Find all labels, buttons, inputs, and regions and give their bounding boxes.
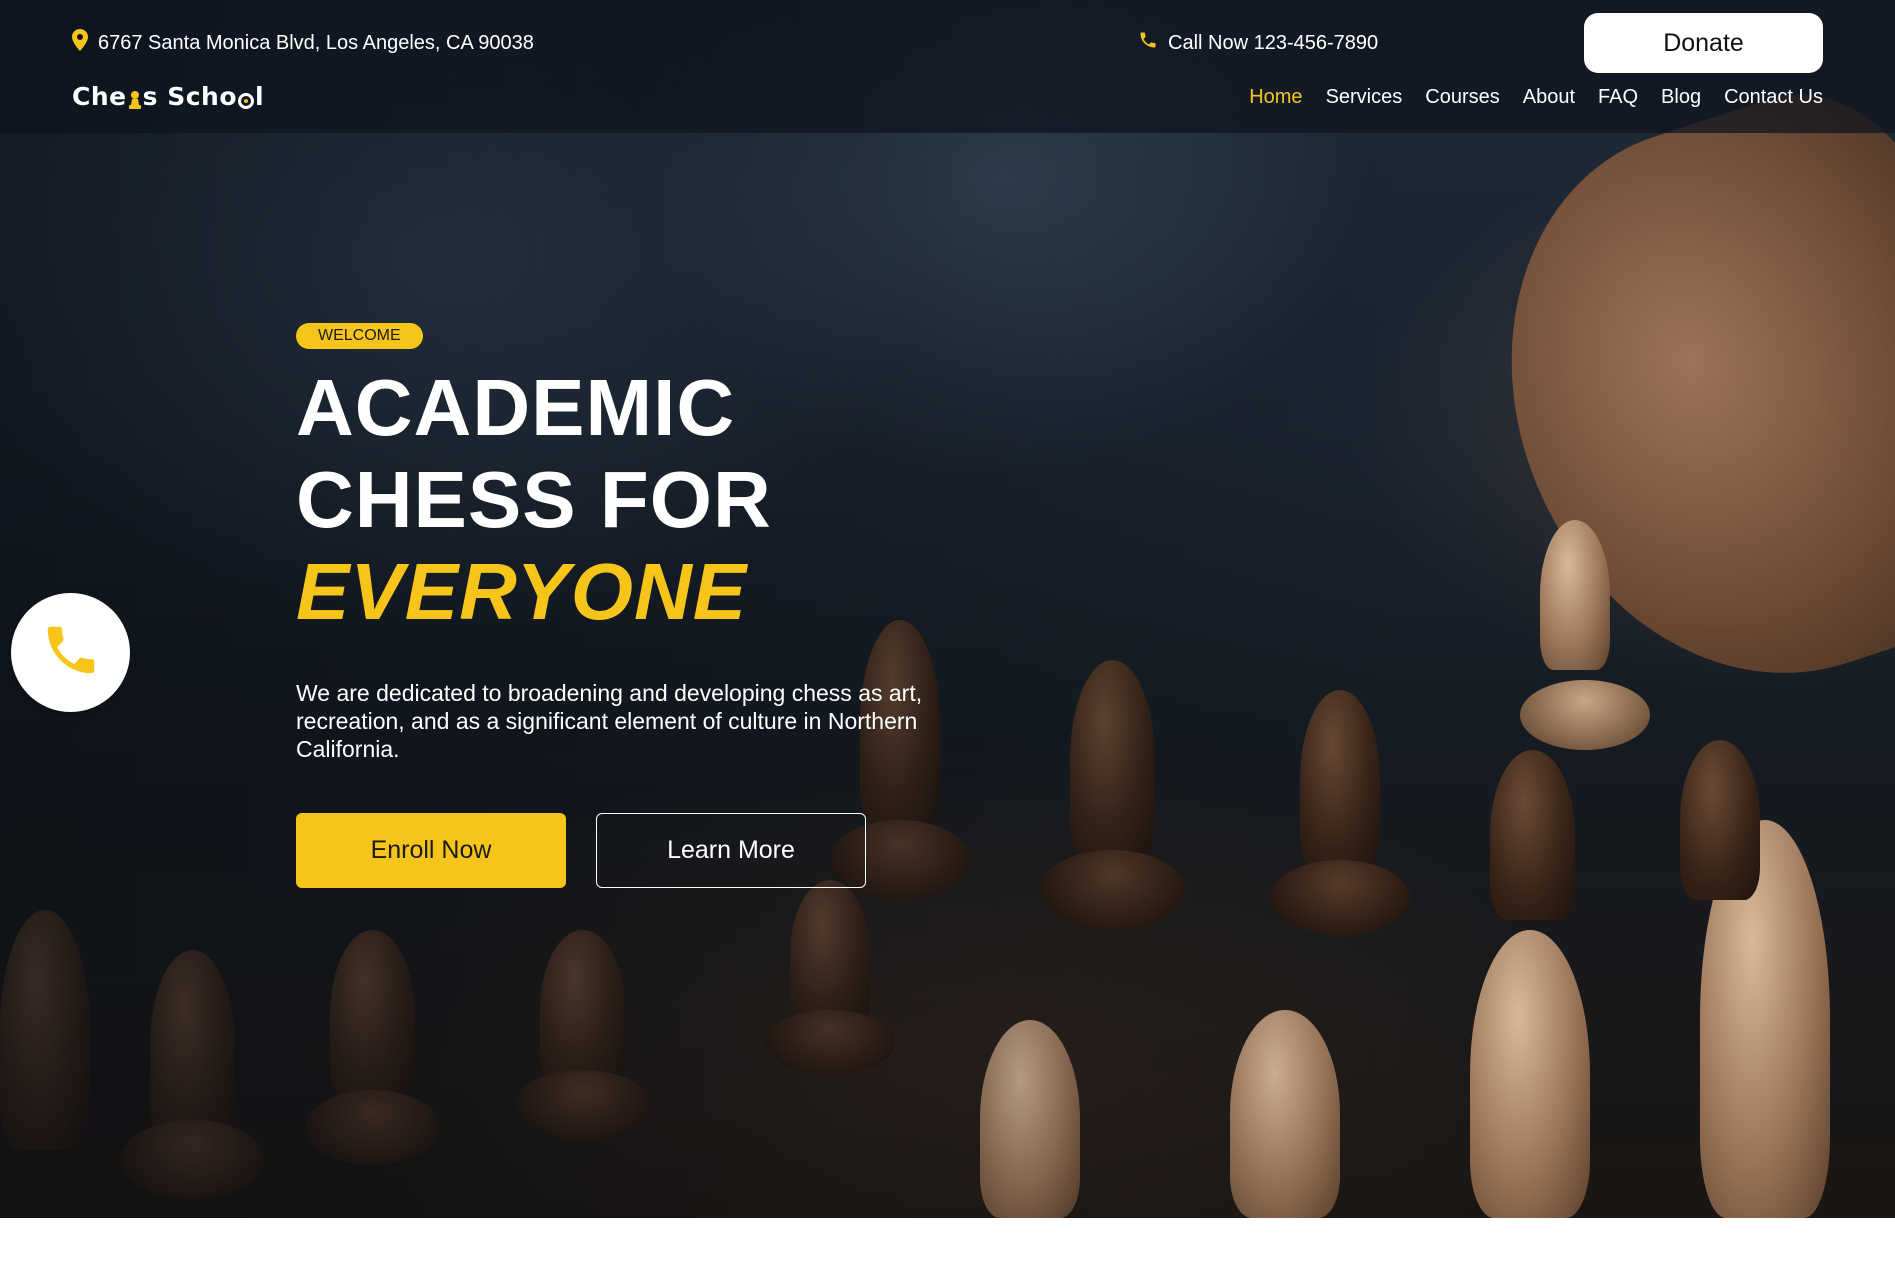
welcome-badge: WELCOME bbox=[296, 323, 423, 349]
hero-description: We are dedicated to broadening and devel… bbox=[296, 680, 923, 762]
headline-accent: EVERYONE bbox=[296, 547, 748, 636]
map-pin-icon bbox=[72, 29, 88, 57]
learn-more-button[interactable]: Learn More bbox=[596, 813, 866, 888]
nav-item-courses[interactable]: Courses bbox=[1425, 86, 1499, 109]
nav-item-home[interactable]: Home bbox=[1249, 86, 1302, 109]
site-logo[interactable]: Che s Scho l bbox=[72, 82, 264, 111]
nav-item-contact[interactable]: Contact Us bbox=[1724, 86, 1823, 109]
enroll-now-button[interactable]: Enroll Now bbox=[296, 813, 566, 888]
nav-link-blog[interactable]: Blog bbox=[1661, 86, 1701, 108]
call-info[interactable]: Call Now 123-456-7890 bbox=[1138, 30, 1378, 56]
logo-text-part: l bbox=[255, 82, 265, 111]
nav-link-home[interactable]: Home bbox=[1249, 86, 1302, 108]
nav-item-about[interactable]: About bbox=[1523, 86, 1575, 109]
headline-line-1: ACADEMIC bbox=[296, 363, 736, 452]
nav-item-services[interactable]: Services bbox=[1326, 86, 1403, 109]
hero-headline: ACADEMIC CHESS FOR EVERYONE bbox=[296, 362, 772, 638]
nav-link-contact[interactable]: Contact Us bbox=[1724, 86, 1823, 108]
address-info: 6767 Santa Monica Blvd, Los Angeles, CA … bbox=[72, 29, 534, 57]
hero-background-image bbox=[0, 0, 1895, 1218]
phone-icon bbox=[40, 619, 102, 686]
phone-icon bbox=[1138, 30, 1158, 56]
nav-link-about[interactable]: About bbox=[1523, 86, 1575, 108]
nav-link-faq[interactable]: FAQ bbox=[1598, 86, 1638, 108]
nav-link-courses[interactable]: Courses bbox=[1425, 86, 1499, 108]
phone-text: Call Now 123-456-7890 bbox=[1168, 31, 1379, 54]
logo-text-part: Che bbox=[72, 82, 127, 111]
logo-text-part: s Scho bbox=[142, 82, 237, 111]
address-text: 6767 Santa Monica Blvd, Los Angeles, CA … bbox=[98, 31, 534, 54]
hero-overlay bbox=[0, 0, 1895, 1218]
main-nav: Home Services Courses About FAQ Blog Con… bbox=[1249, 86, 1823, 109]
donate-button[interactable]: Donate bbox=[1584, 13, 1823, 73]
nav-item-faq[interactable]: FAQ bbox=[1598, 86, 1638, 109]
chess-pawn-icon bbox=[128, 87, 142, 109]
nav-item-blog[interactable]: Blog bbox=[1661, 86, 1701, 109]
nav-link-services[interactable]: Services bbox=[1326, 86, 1403, 108]
headline-line-2: CHESS FOR bbox=[296, 455, 772, 544]
chess-knight-icon bbox=[238, 87, 254, 109]
floating-call-button[interactable] bbox=[11, 593, 130, 712]
